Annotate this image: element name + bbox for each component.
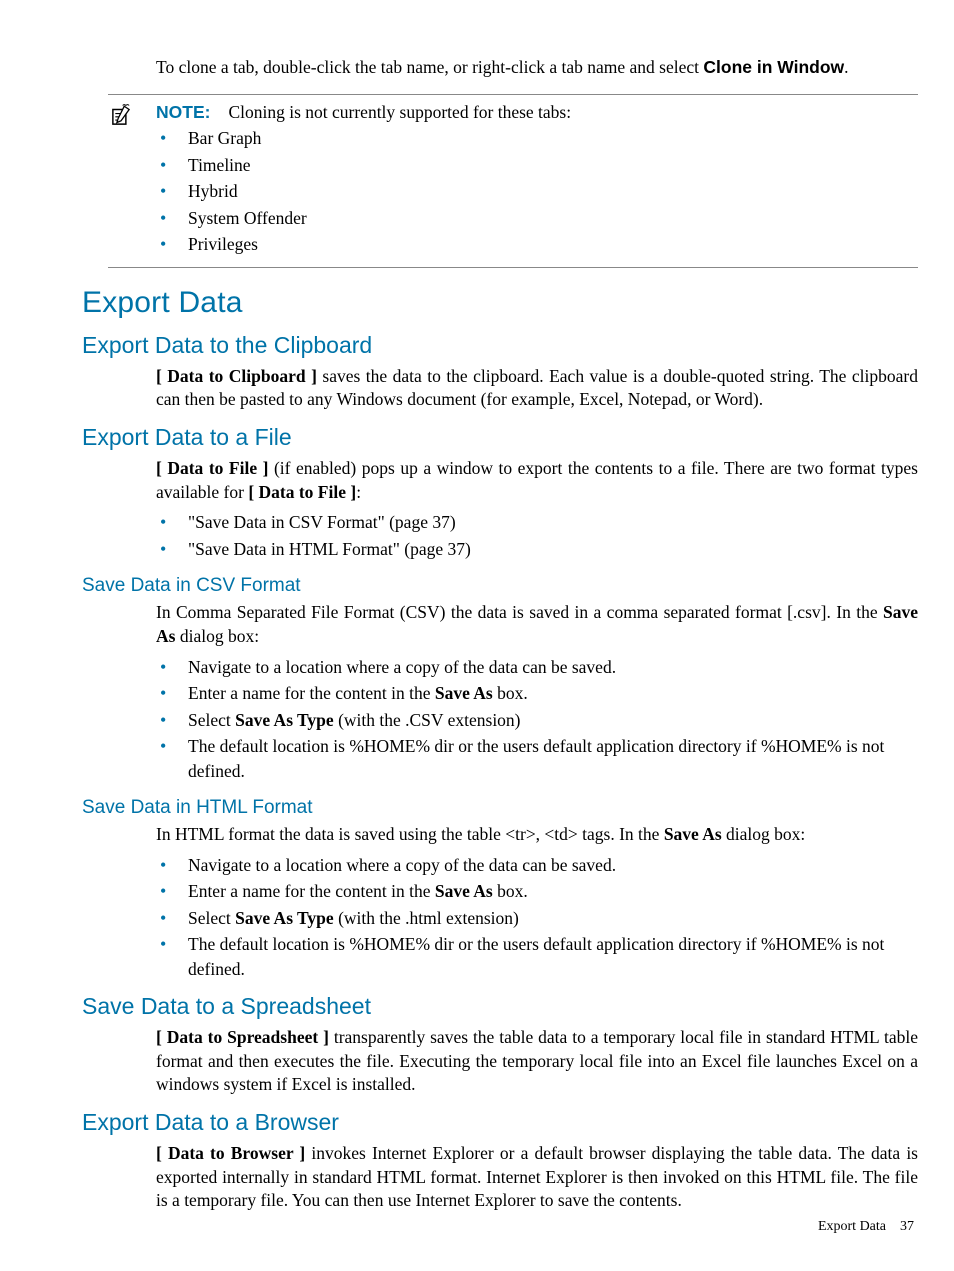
note-icon: [108, 103, 134, 129]
file-body: [ Data to File ] (if enabled) pops up a …: [156, 457, 918, 561]
list-item: Navigate to a location where a copy of t…: [156, 655, 918, 680]
list-item: Select Save As Type (with the .CSV exten…: [156, 708, 918, 733]
heading-export-data: Export Data: [82, 286, 918, 320]
heading-browser: Export Data to a Browser: [82, 1109, 918, 1136]
footer-page: 37: [900, 1219, 914, 1234]
browser-body: [ Data to Browser ] invokes Internet Exp…: [156, 1142, 918, 1213]
csv-list: Navigate to a location where a copy of t…: [156, 655, 918, 784]
li-bold: Save As: [435, 683, 493, 703]
li-text: box.: [493, 683, 528, 703]
heading-html: Save Data in HTML Format: [82, 797, 918, 819]
note-block: NOTE: Cloning is not currently supported …: [108, 94, 918, 268]
list-item: "Save Data in CSV Format" (page 37): [156, 510, 918, 535]
intro-suffix: .: [844, 57, 848, 77]
heading-export-file: Export Data to a File: [82, 424, 918, 451]
csv-paragraph: In Comma Separated File Format (CSV) the…: [156, 601, 918, 648]
list-item: Select Save As Type (with the .html exte…: [156, 906, 918, 931]
heading-csv: Save Data in CSV Format: [82, 575, 918, 597]
li-text: (with the .html extension): [334, 908, 519, 928]
list-item: Navigate to a location where a copy of t…: [156, 853, 918, 878]
csv-pre: In Comma Separated File Format (CSV) the…: [156, 602, 883, 622]
note-text: Cloning is not currently supported for t…: [228, 102, 571, 122]
page-footer: Export Data 37: [818, 1219, 914, 1235]
note-body: NOTE: Cloning is not currently supported …: [156, 101, 918, 257]
spreadsheet-body: [ Data to Spreadsheet ] transparently sa…: [156, 1026, 918, 1097]
spreadsheet-paragraph: [ Data to Spreadsheet ] transparently sa…: [156, 1026, 918, 1097]
intro-paragraph-container: To clone a tab, double-click the tab nam…: [156, 56, 918, 80]
csv-body: In Comma Separated File Format (CSV) the…: [156, 601, 918, 783]
intro-text: To clone a tab, double-click the tab nam…: [156, 57, 703, 77]
footer-label: Export Data: [818, 1219, 886, 1234]
heading-export-clipboard: Export Data to the Clipboard: [82, 332, 918, 359]
clipboard-bold: [ Data to Clipboard ]: [156, 366, 317, 386]
li-bold: Save As: [435, 881, 493, 901]
list-item: Timeline: [156, 153, 918, 178]
list-item: The default location is %HOME% dir or th…: [156, 932, 918, 981]
html-pre: In HTML format the data is saved using t…: [156, 824, 664, 844]
list-item: Enter a name for the content in the Save…: [156, 681, 918, 706]
file-list: "Save Data in CSV Format" (page 37) "Sav…: [156, 510, 918, 561]
clipboard-paragraph: [ Data to Clipboard ] saves the data to …: [156, 365, 918, 412]
html-body: In HTML format the data is saved using t…: [156, 823, 918, 981]
note-list: Bar Graph Timeline Hybrid System Offende…: [156, 126, 918, 257]
page: To clone a tab, double-click the tab nam…: [0, 0, 954, 1271]
li-text: Enter a name for the content in the: [188, 683, 435, 703]
li-text: (with the .CSV extension): [334, 710, 521, 730]
browser-paragraph: [ Data to Browser ] invokes Internet Exp…: [156, 1142, 918, 1213]
html-list: Navigate to a location where a copy of t…: [156, 853, 918, 982]
list-item: Hybrid: [156, 179, 918, 204]
browser-bold: [ Data to Browser ]: [156, 1143, 305, 1163]
html-paragraph: In HTML format the data is saved using t…: [156, 823, 918, 847]
csv-post: dialog box:: [175, 626, 259, 646]
list-item: Bar Graph: [156, 126, 918, 151]
li-text: Select: [188, 710, 235, 730]
li-text: Select: [188, 908, 235, 928]
list-item: System Offender: [156, 206, 918, 231]
file-paragraph: [ Data to File ] (if enabled) pops up a …: [156, 457, 918, 504]
heading-spreadsheet: Save Data to a Spreadsheet: [82, 993, 918, 1020]
list-item: "Save Data in HTML Format" (page 37): [156, 537, 918, 562]
note-label: NOTE:: [156, 102, 210, 122]
html-bold: Save As: [664, 824, 722, 844]
clipboard-body: [ Data to Clipboard ] saves the data to …: [156, 365, 918, 412]
html-post: dialog box:: [722, 824, 806, 844]
note-line: NOTE: Cloning is not currently supported …: [156, 101, 918, 125]
li-text: box.: [493, 881, 528, 901]
file-bold2: [ Data to File ]: [248, 482, 356, 502]
li-bold: Save As Type: [235, 710, 334, 730]
file-suffix: :: [356, 482, 361, 502]
li-text: Enter a name for the content in the: [188, 881, 435, 901]
list-item: The default location is %HOME% dir or th…: [156, 734, 918, 783]
file-bold1: [ Data to File ]: [156, 458, 268, 478]
li-bold: Save As Type: [235, 908, 334, 928]
list-item: Enter a name for the content in the Save…: [156, 879, 918, 904]
list-item: Privileges: [156, 232, 918, 257]
spreadsheet-bold: [ Data to Spreadsheet ]: [156, 1027, 329, 1047]
intro-bold: Clone in Window: [703, 57, 844, 77]
intro-paragraph: To clone a tab, double-click the tab nam…: [156, 56, 918, 80]
